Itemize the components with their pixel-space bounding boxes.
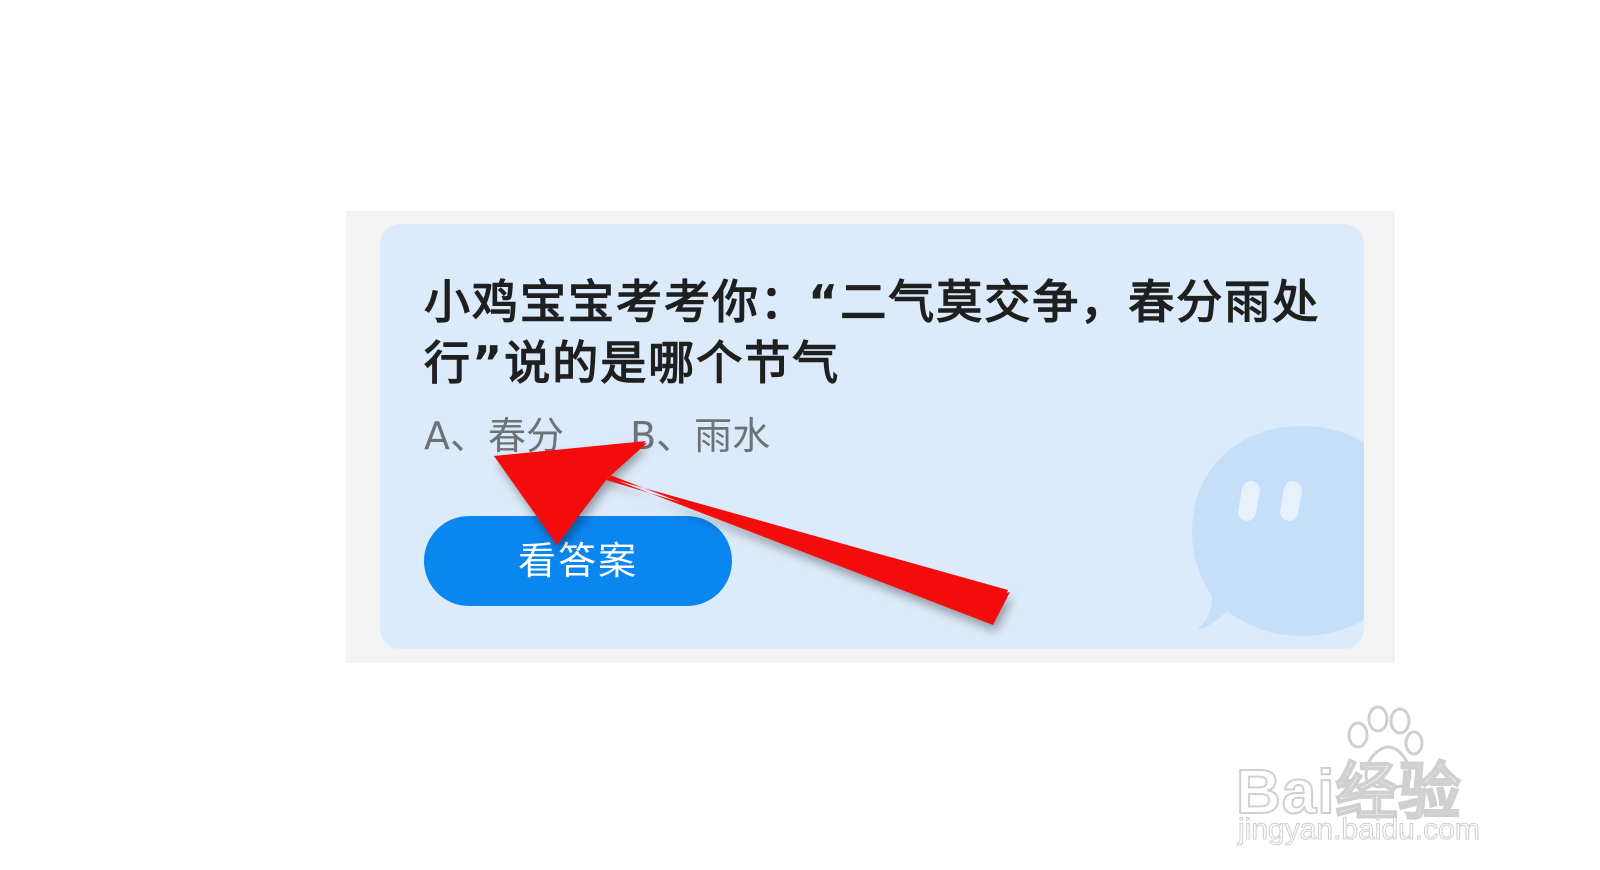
chat-bubble-mascot-icon bbox=[1192, 426, 1364, 636]
page: 小鸡宝宝考考你：“二气莫交争，春分雨处行”说的是哪个节气 A、春分 B、雨水 看… bbox=[0, 0, 1600, 870]
baidu-watermark: Bai经验 jingyan.baidu.com bbox=[1235, 705, 1536, 855]
option-b: B、雨水 bbox=[630, 414, 771, 458]
option-a: A、春分 bbox=[424, 414, 564, 458]
quiz-card: 小鸡宝宝考考你：“二气莫交争，春分雨处行”说的是哪个节气 A、春分 B、雨水 看… bbox=[380, 224, 1364, 649]
quiz-options: A、春分 B、雨水 bbox=[424, 412, 770, 460]
quiz-question: 小鸡宝宝考考你：“二气莫交争，春分雨处行”说的是哪个节气 bbox=[424, 275, 1321, 390]
view-answer-button[interactable]: 看答案 bbox=[424, 516, 732, 606]
watermark-url: jingyan.baidu.com bbox=[1238, 813, 1481, 847]
